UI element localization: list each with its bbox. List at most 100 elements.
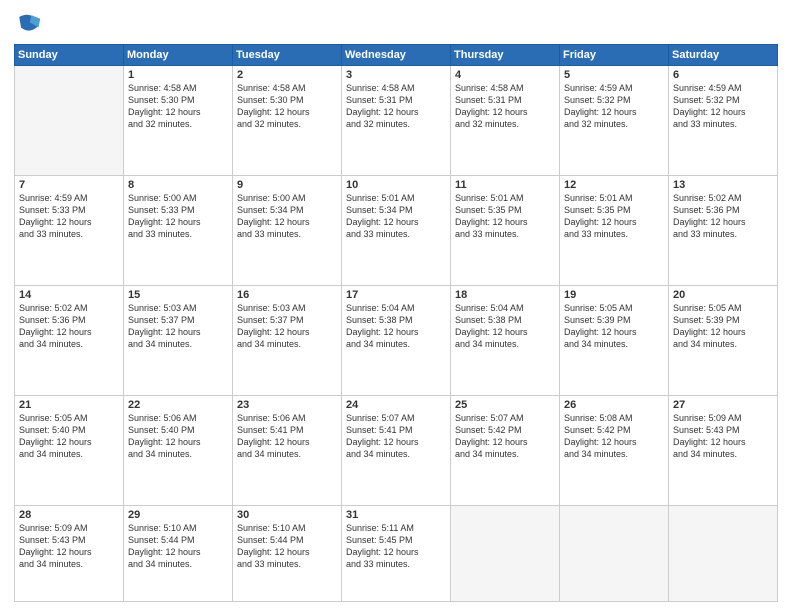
calendar-cell: 19Sunrise: 5:05 AM Sunset: 5:39 PM Dayli…	[560, 285, 669, 395]
day-info: Sunrise: 5:02 AM Sunset: 5:36 PM Dayligh…	[673, 192, 773, 241]
day-info: Sunrise: 5:05 AM Sunset: 5:39 PM Dayligh…	[564, 302, 664, 351]
calendar-cell	[15, 66, 124, 176]
calendar-cell: 23Sunrise: 5:06 AM Sunset: 5:41 PM Dayli…	[233, 395, 342, 505]
day-number: 13	[673, 179, 773, 191]
logo	[14, 10, 46, 38]
day-number: 20	[673, 289, 773, 301]
day-number: 15	[128, 289, 228, 301]
calendar-cell: 3Sunrise: 4:58 AM Sunset: 5:31 PM Daylig…	[342, 66, 451, 176]
day-info: Sunrise: 5:05 AM Sunset: 5:39 PM Dayligh…	[673, 302, 773, 351]
weekday-header: Thursday	[451, 45, 560, 66]
calendar-cell: 10Sunrise: 5:01 AM Sunset: 5:34 PM Dayli…	[342, 175, 451, 285]
weekday-header: Tuesday	[233, 45, 342, 66]
day-number: 23	[237, 399, 337, 411]
day-info: Sunrise: 5:06 AM Sunset: 5:41 PM Dayligh…	[237, 412, 337, 461]
calendar-cell: 21Sunrise: 5:05 AM Sunset: 5:40 PM Dayli…	[15, 395, 124, 505]
day-info: Sunrise: 5:01 AM Sunset: 5:34 PM Dayligh…	[346, 192, 446, 241]
day-info: Sunrise: 4:58 AM Sunset: 5:31 PM Dayligh…	[346, 82, 446, 131]
calendar-cell: 13Sunrise: 5:02 AM Sunset: 5:36 PM Dayli…	[669, 175, 778, 285]
day-info: Sunrise: 5:09 AM Sunset: 5:43 PM Dayligh…	[19, 522, 119, 571]
day-number: 12	[564, 179, 664, 191]
calendar-cell	[669, 505, 778, 602]
calendar-cell: 30Sunrise: 5:10 AM Sunset: 5:44 PM Dayli…	[233, 505, 342, 602]
day-number: 3	[346, 69, 446, 81]
day-number: 19	[564, 289, 664, 301]
weekday-header: Monday	[124, 45, 233, 66]
day-info: Sunrise: 4:59 AM Sunset: 5:32 PM Dayligh…	[564, 82, 664, 131]
day-info: Sunrise: 5:04 AM Sunset: 5:38 PM Dayligh…	[346, 302, 446, 351]
calendar-cell: 18Sunrise: 5:04 AM Sunset: 5:38 PM Dayli…	[451, 285, 560, 395]
calendar-cell	[560, 505, 669, 602]
calendar-cell: 8Sunrise: 5:00 AM Sunset: 5:33 PM Daylig…	[124, 175, 233, 285]
header	[14, 10, 778, 38]
calendar-cell: 25Sunrise: 5:07 AM Sunset: 5:42 PM Dayli…	[451, 395, 560, 505]
day-number: 24	[346, 399, 446, 411]
day-info: Sunrise: 5:07 AM Sunset: 5:41 PM Dayligh…	[346, 412, 446, 461]
day-number: 2	[237, 69, 337, 81]
calendar-cell: 26Sunrise: 5:08 AM Sunset: 5:42 PM Dayli…	[560, 395, 669, 505]
calendar-cell: 24Sunrise: 5:07 AM Sunset: 5:41 PM Dayli…	[342, 395, 451, 505]
day-info: Sunrise: 5:02 AM Sunset: 5:36 PM Dayligh…	[19, 302, 119, 351]
day-info: Sunrise: 5:01 AM Sunset: 5:35 PM Dayligh…	[564, 192, 664, 241]
calendar-table: SundayMondayTuesdayWednesdayThursdayFrid…	[14, 44, 778, 602]
day-info: Sunrise: 5:07 AM Sunset: 5:42 PM Dayligh…	[455, 412, 555, 461]
day-number: 7	[19, 179, 119, 191]
calendar-cell: 28Sunrise: 5:09 AM Sunset: 5:43 PM Dayli…	[15, 505, 124, 602]
day-number: 27	[673, 399, 773, 411]
day-info: Sunrise: 5:08 AM Sunset: 5:42 PM Dayligh…	[564, 412, 664, 461]
day-info: Sunrise: 5:03 AM Sunset: 5:37 PM Dayligh…	[128, 302, 228, 351]
day-number: 9	[237, 179, 337, 191]
calendar-cell: 17Sunrise: 5:04 AM Sunset: 5:38 PM Dayli…	[342, 285, 451, 395]
day-info: Sunrise: 5:10 AM Sunset: 5:44 PM Dayligh…	[128, 522, 228, 571]
day-number: 30	[237, 509, 337, 521]
calendar-cell: 29Sunrise: 5:10 AM Sunset: 5:44 PM Dayli…	[124, 505, 233, 602]
calendar-cell: 22Sunrise: 5:06 AM Sunset: 5:40 PM Dayli…	[124, 395, 233, 505]
weekday-header: Wednesday	[342, 45, 451, 66]
day-number: 5	[564, 69, 664, 81]
day-info: Sunrise: 5:04 AM Sunset: 5:38 PM Dayligh…	[455, 302, 555, 351]
day-info: Sunrise: 4:59 AM Sunset: 5:33 PM Dayligh…	[19, 192, 119, 241]
day-number: 11	[455, 179, 555, 191]
day-number: 14	[19, 289, 119, 301]
day-info: Sunrise: 5:05 AM Sunset: 5:40 PM Dayligh…	[19, 412, 119, 461]
day-info: Sunrise: 5:00 AM Sunset: 5:34 PM Dayligh…	[237, 192, 337, 241]
calendar-cell: 14Sunrise: 5:02 AM Sunset: 5:36 PM Dayli…	[15, 285, 124, 395]
day-info: Sunrise: 5:11 AM Sunset: 5:45 PM Dayligh…	[346, 522, 446, 571]
day-number: 1	[128, 69, 228, 81]
logo-icon	[14, 10, 42, 38]
calendar-cell	[451, 505, 560, 602]
day-number: 25	[455, 399, 555, 411]
calendar-cell: 11Sunrise: 5:01 AM Sunset: 5:35 PM Dayli…	[451, 175, 560, 285]
day-number: 4	[455, 69, 555, 81]
day-info: Sunrise: 5:06 AM Sunset: 5:40 PM Dayligh…	[128, 412, 228, 461]
weekday-header: Sunday	[15, 45, 124, 66]
day-info: Sunrise: 4:58 AM Sunset: 5:30 PM Dayligh…	[237, 82, 337, 131]
day-info: Sunrise: 4:58 AM Sunset: 5:30 PM Dayligh…	[128, 82, 228, 131]
day-number: 26	[564, 399, 664, 411]
day-number: 16	[237, 289, 337, 301]
day-number: 22	[128, 399, 228, 411]
calendar-cell: 1Sunrise: 4:58 AM Sunset: 5:30 PM Daylig…	[124, 66, 233, 176]
calendar-cell: 20Sunrise: 5:05 AM Sunset: 5:39 PM Dayli…	[669, 285, 778, 395]
day-number: 17	[346, 289, 446, 301]
day-number: 21	[19, 399, 119, 411]
calendar-cell: 15Sunrise: 5:03 AM Sunset: 5:37 PM Dayli…	[124, 285, 233, 395]
day-info: Sunrise: 4:58 AM Sunset: 5:31 PM Dayligh…	[455, 82, 555, 131]
day-number: 28	[19, 509, 119, 521]
weekday-header: Saturday	[669, 45, 778, 66]
day-info: Sunrise: 5:10 AM Sunset: 5:44 PM Dayligh…	[237, 522, 337, 571]
day-info: Sunrise: 5:00 AM Sunset: 5:33 PM Dayligh…	[128, 192, 228, 241]
day-number: 6	[673, 69, 773, 81]
day-info: Sunrise: 5:03 AM Sunset: 5:37 PM Dayligh…	[237, 302, 337, 351]
calendar-cell: 16Sunrise: 5:03 AM Sunset: 5:37 PM Dayli…	[233, 285, 342, 395]
day-number: 10	[346, 179, 446, 191]
day-info: Sunrise: 5:09 AM Sunset: 5:43 PM Dayligh…	[673, 412, 773, 461]
calendar-cell: 12Sunrise: 5:01 AM Sunset: 5:35 PM Dayli…	[560, 175, 669, 285]
day-info: Sunrise: 4:59 AM Sunset: 5:32 PM Dayligh…	[673, 82, 773, 131]
day-number: 18	[455, 289, 555, 301]
calendar-cell: 5Sunrise: 4:59 AM Sunset: 5:32 PM Daylig…	[560, 66, 669, 176]
day-number: 31	[346, 509, 446, 521]
weekday-header: Friday	[560, 45, 669, 66]
calendar-cell: 9Sunrise: 5:00 AM Sunset: 5:34 PM Daylig…	[233, 175, 342, 285]
calendar-cell: 31Sunrise: 5:11 AM Sunset: 5:45 PM Dayli…	[342, 505, 451, 602]
